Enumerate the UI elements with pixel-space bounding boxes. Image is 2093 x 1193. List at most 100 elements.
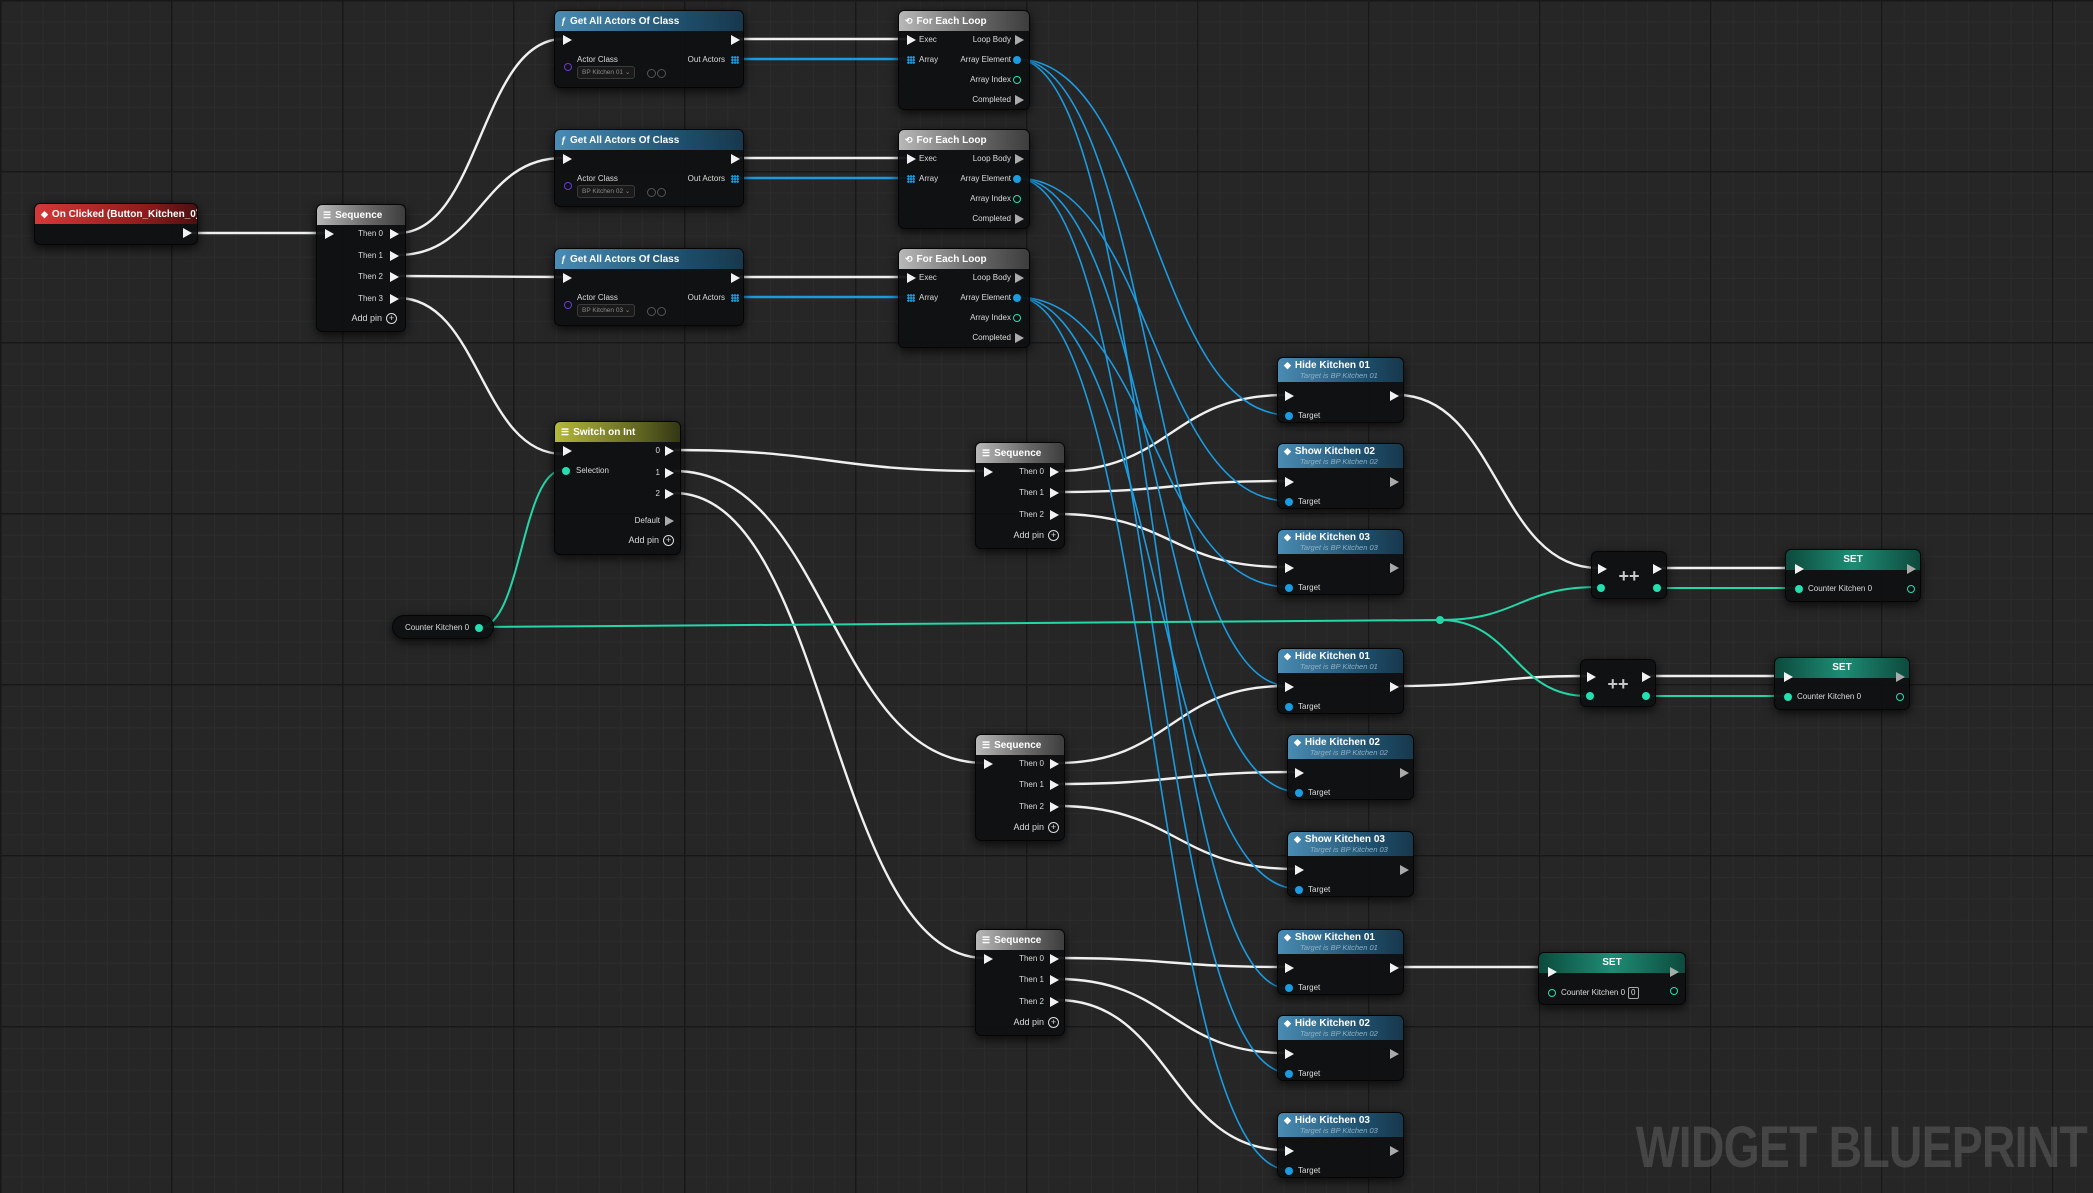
exec-out-pin[interactable] xyxy=(1400,865,1409,875)
exec-in-pin[interactable] xyxy=(1295,768,1304,778)
exec-out-pin[interactable] xyxy=(1400,768,1409,778)
array-index-pin[interactable] xyxy=(1013,195,1021,203)
case-1-pin[interactable] xyxy=(665,468,674,478)
add-pin-button[interactable]: Add pin + xyxy=(1013,1017,1059,1029)
hide-kitchen-03-node[interactable]: ◆ Hide Kitchen 03 Target is BP Kitchen 03 … xyxy=(1277,529,1404,595)
value-out-pin[interactable] xyxy=(1670,987,1678,995)
exec-in-pin[interactable] xyxy=(1548,967,1557,977)
exec-out-pin[interactable] xyxy=(1390,391,1399,401)
target-pin[interactable] xyxy=(1285,498,1293,506)
value-out-pin[interactable] xyxy=(1653,584,1661,592)
add-pin-button[interactable]: Add pin + xyxy=(628,535,674,547)
exec-out-pin[interactable] xyxy=(1390,563,1399,573)
set-counter-node[interactable]: SET Counter Kitchen 0 xyxy=(1785,549,1921,602)
browse-icon[interactable] xyxy=(657,307,666,316)
exec-out-pin[interactable] xyxy=(731,273,740,283)
array-index-pin[interactable] xyxy=(1013,76,1021,84)
exec-in-pin[interactable] xyxy=(907,273,916,283)
counter-out-pin[interactable] xyxy=(475,624,483,632)
case-0-pin[interactable] xyxy=(665,446,674,456)
exec-in-pin[interactable] xyxy=(907,154,916,164)
exec-out-pin[interactable] xyxy=(1390,477,1399,487)
exec-in-pin[interactable] xyxy=(1598,564,1607,574)
actor-class-dropdown[interactable]: BP Kitchen 03 ⌄ xyxy=(577,304,636,317)
exec-in-pin[interactable] xyxy=(907,35,916,45)
exec-in-pin[interactable] xyxy=(1285,563,1294,573)
exec-out-pin[interactable] xyxy=(1907,564,1916,574)
then-0-pin[interactable] xyxy=(1050,954,1059,964)
exec-out-pin[interactable] xyxy=(1642,672,1651,682)
array-element-pin[interactable] xyxy=(1013,175,1021,183)
exec-in-pin[interactable] xyxy=(563,35,572,45)
exec-in-pin[interactable] xyxy=(1795,564,1804,574)
exec-in-pin[interactable] xyxy=(1784,672,1793,682)
hide-kitchen-01-node[interactable]: ◆ Hide Kitchen 01 Target is BP Kitchen 01 … xyxy=(1277,357,1404,423)
then-3-pin[interactable] xyxy=(390,294,399,304)
then-0-pin[interactable] xyxy=(390,229,399,239)
exec-out-pin[interactable] xyxy=(1390,1049,1399,1059)
then-0-pin[interactable] xyxy=(1050,467,1059,477)
actor-class-dropdown[interactable]: BP Kitchen 01 ⌄ xyxy=(577,66,636,79)
selection-pin[interactable] xyxy=(562,467,570,475)
default-pin[interactable] xyxy=(665,516,674,526)
exec-out-pin[interactable] xyxy=(1390,963,1399,973)
exec-in-pin[interactable] xyxy=(1285,963,1294,973)
sequence-node-main[interactable]: ☰ Sequence Then 0 Then 1 Then 2 Then 3 Ad… xyxy=(316,204,406,332)
get-all-actors-node[interactable]: ƒ Get All Actors Of Class Actor Class BP … xyxy=(554,248,744,326)
array-out-pin[interactable] xyxy=(731,175,739,183)
target-pin[interactable] xyxy=(1285,412,1293,420)
value-in-pin[interactable] xyxy=(1795,585,1803,593)
then-2-pin[interactable] xyxy=(390,272,399,282)
exec-out-pin[interactable] xyxy=(1390,682,1399,692)
use-selected-icon[interactable] xyxy=(647,307,656,316)
value-out-pin[interactable] xyxy=(1896,693,1904,701)
increment-node[interactable]: ++ xyxy=(1591,551,1667,599)
for-each-loop-node[interactable]: ⟲ For Each Loop Exec Array Loop Body Arra… xyxy=(898,248,1030,348)
exec-out-pin[interactable] xyxy=(1896,672,1905,682)
hide-kitchen-03-node[interactable]: ◆ Hide Kitchen 03 Target is BP Kitchen 03 … xyxy=(1277,1112,1404,1178)
loop-body-pin[interactable] xyxy=(1015,273,1024,283)
then-2-pin[interactable] xyxy=(1050,802,1059,812)
show-kitchen-03-node[interactable]: ◆ Show Kitchen 03 Target is BP Kitchen 03 … xyxy=(1287,831,1414,897)
exec-in-pin[interactable] xyxy=(984,467,993,477)
exec-in-pin[interactable] xyxy=(1285,682,1294,692)
show-kitchen-02-node[interactable]: ◆ Show Kitchen 02 Target is BP Kitchen 02 … xyxy=(1277,443,1404,509)
exec-in-pin[interactable] xyxy=(563,154,572,164)
array-in-pin[interactable] xyxy=(907,56,915,64)
exec-in-pin[interactable] xyxy=(984,954,993,964)
add-pin-button[interactable]: Add pin + xyxy=(1013,822,1059,834)
get-all-actors-node[interactable]: ƒ Get All Actors Of Class Actor Class BP … xyxy=(554,10,744,88)
exec-in-pin[interactable] xyxy=(1587,672,1596,682)
increment-node[interactable]: ++ xyxy=(1580,659,1656,707)
for-each-loop-node[interactable]: ⟲ For Each Loop Exec Array Loop Body Arra… xyxy=(898,10,1030,110)
value-out-pin[interactable] xyxy=(1642,692,1650,700)
then-1-pin[interactable] xyxy=(1050,975,1059,985)
then-1-pin[interactable] xyxy=(1050,488,1059,498)
array-element-pin[interactable] xyxy=(1013,56,1021,64)
target-pin[interactable] xyxy=(1285,984,1293,992)
exec-in-pin[interactable] xyxy=(984,759,993,769)
event-node-on-clicked[interactable]: ◆ On Clicked (Button_Kitchen_0) xyxy=(34,203,198,245)
exec-in-pin[interactable] xyxy=(1285,391,1294,401)
array-element-pin[interactable] xyxy=(1013,294,1021,302)
switch-on-int-node[interactable]: ☰ Switch on Int Selection 0 1 2 Default A… xyxy=(554,421,681,555)
completed-pin[interactable] xyxy=(1015,95,1024,105)
case-2-pin[interactable] xyxy=(665,489,674,499)
sequence-node[interactable]: ☰ Sequence Then 0 Then 1 Then 2 Add pin + xyxy=(975,929,1065,1036)
browse-icon[interactable] xyxy=(657,69,666,78)
value-in-pin[interactable] xyxy=(1784,693,1792,701)
use-selected-icon[interactable] xyxy=(647,188,656,197)
array-out-pin[interactable] xyxy=(731,56,739,64)
set-counter-reset-node[interactable]: SET Counter Kitchen 00 xyxy=(1538,952,1686,1005)
browse-icon[interactable] xyxy=(657,188,666,197)
exec-out-pin[interactable] xyxy=(183,228,192,238)
array-out-pin[interactable] xyxy=(731,294,739,302)
target-pin[interactable] xyxy=(1285,1167,1293,1175)
loop-body-pin[interactable] xyxy=(1015,154,1024,164)
actor-class-pin[interactable] xyxy=(564,301,572,309)
exec-out-pin[interactable] xyxy=(1670,967,1679,977)
actor-class-pin[interactable] xyxy=(564,182,572,190)
actor-class-pin[interactable] xyxy=(564,63,572,71)
hide-kitchen-02-node[interactable]: ◆ Hide Kitchen 02 Target is BP Kitchen 02 … xyxy=(1287,734,1414,800)
value-in-pin[interactable] xyxy=(1548,989,1556,997)
